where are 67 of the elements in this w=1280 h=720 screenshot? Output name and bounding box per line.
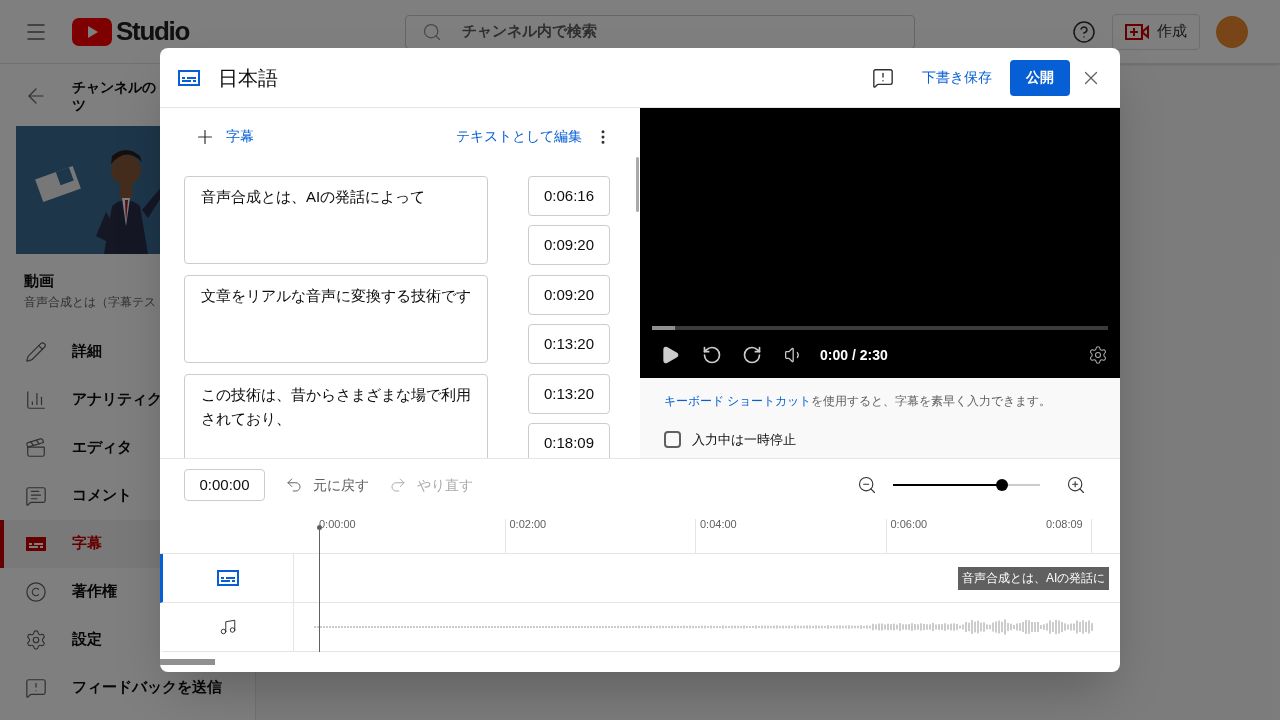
end-time-field[interactable]: 0:13:20 [528,324,610,364]
nav-item[interactable]: フィードバックを送信 [0,663,255,712]
time-tick-label: 0:08:09 [1046,517,1083,532]
start-time-field[interactable]: 0:06:16 [528,176,610,216]
caption-text-field[interactable]: 音声合成とは、AIの発話によって [184,176,488,264]
end-time-field[interactable]: 0:09:20 [528,225,610,265]
playback-time: 0:00 / 2:30 [820,345,888,365]
checkbox[interactable] [664,431,681,449]
pencil-icon [25,340,47,363]
zoom-in-icon[interactable] [1066,475,1086,495]
clapperboard-icon [25,436,47,459]
settings-icon [25,628,47,651]
video-title: 音声合成とは（字幕テス [24,293,156,311]
redo-icon [389,476,407,494]
logo-text: Studio [116,15,190,48]
time-tick-label: 0:04:00 [700,517,737,532]
keyboard-shortcut-link[interactable]: キーボード ショートカット [664,394,812,408]
time-tick-label: 0:06:00 [890,517,928,532]
video-label: 動画 [24,271,54,291]
forward-icon[interactable] [742,345,762,365]
checkbox-label: 入力中は一時停止 [692,431,796,449]
undo-icon [285,476,303,494]
caption-text-field[interactable]: 文章をリアルな音声に変換する技術です [184,275,488,363]
timeline-track[interactable] [160,603,1120,652]
current-time-field[interactable]: 0:00:00 [184,469,265,501]
logo-icon [72,17,112,46]
undo-button[interactable]: 元に戻す [285,474,369,496]
caption-cue-block[interactable]: 音声合成とは、AIの発話に [958,567,1110,590]
save-draft-button[interactable]: 下書き保存 [914,59,1000,96]
horizontal-scrollbar[interactable] [160,659,215,665]
caption-text-field[interactable]: この技術は、昔からさまざまな場で利用されており、 [184,374,488,458]
channel-content-title: ツ [72,96,86,114]
search-placeholder: チャンネル内で検索 [462,21,598,42]
time-tick-label: 0:02:00 [509,517,547,532]
end-time-field[interactable]: 0:18:09 [528,423,610,458]
progress-track[interactable] [652,326,1108,330]
zoom-slider-track[interactable] [893,479,1040,491]
add-caption-button[interactable]: 字幕 [194,125,254,148]
zoom-slider-thumb[interactable] [995,479,1008,491]
captions-icon [217,570,239,586]
settings-icon[interactable] [1088,345,1108,365]
zoom-out-icon[interactable] [857,475,877,495]
shortcut-hint: キーボード ショートカット を使用すると、字幕を素早く入力できます。 [664,393,1053,410]
captions-icon [25,535,47,552]
video-camera-icon [1125,22,1149,41]
music-note-icon [219,618,237,636]
comment-icon [25,484,47,507]
feedback-icon[interactable] [872,66,894,89]
search-icon [422,21,443,42]
copyright-icon [25,580,47,603]
scrollbar[interactable] [636,157,639,212]
channel-content-title: チャンネルの [72,78,156,96]
rewind-icon[interactable] [702,345,722,365]
create-button[interactable]: 作成 [1112,13,1200,50]
start-time-field[interactable]: 0:13:20 [528,374,610,414]
bar-chart-icon [25,388,47,411]
timeline-track[interactable]: 音声合成とは、AIの発話に [160,554,1120,603]
play-icon[interactable] [660,345,680,365]
help-icon[interactable] [1072,19,1096,44]
captions-icon [178,69,200,86]
start-time-field[interactable]: 0:09:20 [528,275,610,315]
nav-item[interactable]: 設定 [0,615,255,664]
edit-as-text-link[interactable]: テキストとして編集 [456,126,582,147]
feedback-icon [25,676,47,699]
publish-button[interactable]: 公開 [1010,59,1070,96]
dialog-title: 日本語 [218,65,278,91]
time-tick-label: 0:00:00 [319,517,356,532]
